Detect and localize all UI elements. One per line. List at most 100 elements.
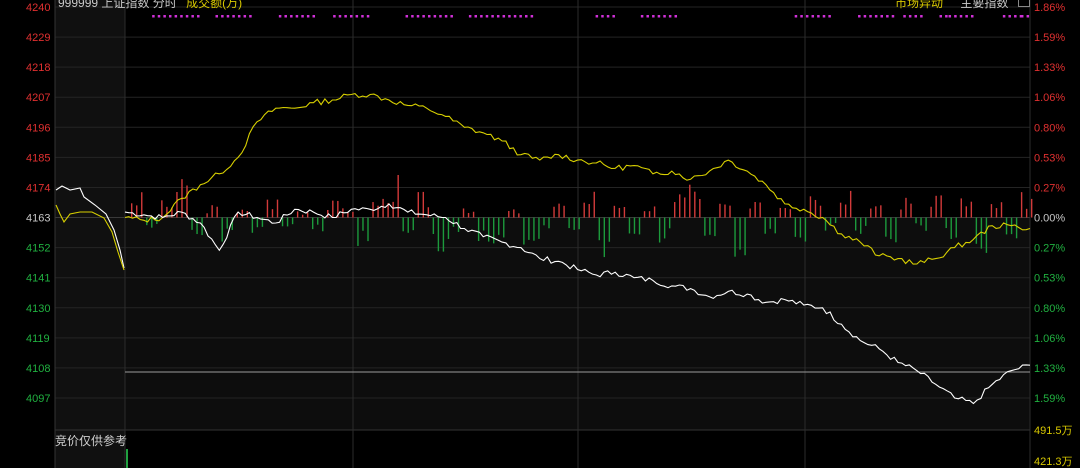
event-marker[interactable]	[1008, 15, 1011, 18]
event-marker[interactable]	[908, 15, 912, 18]
event-marker[interactable]	[863, 15, 867, 18]
event-marker[interactable]	[427, 15, 431, 18]
event-marker[interactable]	[948, 15, 952, 18]
event-marker[interactable]	[226, 15, 230, 18]
event-marker[interactable]	[828, 15, 831, 18]
event-marker[interactable]	[874, 15, 878, 18]
event-marker[interactable]	[800, 15, 803, 18]
event-marker[interactable]	[405, 15, 409, 18]
event-marker[interactable]	[903, 15, 906, 18]
event-marker[interactable]	[914, 15, 918, 18]
event-marker[interactable]	[422, 15, 425, 18]
event-marker[interactable]	[1020, 15, 1024, 18]
event-marker[interactable]	[290, 15, 293, 18]
event-marker[interactable]	[595, 15, 599, 18]
event-marker[interactable]	[355, 15, 359, 18]
event-marker[interactable]	[891, 15, 895, 18]
event-marker[interactable]	[858, 15, 861, 18]
event-marker[interactable]	[869, 15, 872, 18]
event-marker[interactable]	[491, 15, 494, 18]
event-marker[interactable]	[180, 15, 183, 18]
tab-market-anomaly[interactable]: 市场异动	[895, 0, 943, 10]
event-marker[interactable]	[237, 15, 241, 18]
event-marker[interactable]	[349, 15, 353, 18]
event-marker[interactable]	[249, 15, 252, 18]
event-marker[interactable]	[1014, 15, 1017, 18]
index-name[interactable]: 上证指数	[101, 0, 149, 10]
event-marker[interactable]	[174, 15, 178, 18]
event-marker[interactable]	[411, 15, 414, 18]
event-marker[interactable]	[301, 15, 304, 18]
event-marker[interactable]	[606, 15, 610, 18]
event-marker[interactable]	[880, 15, 883, 18]
event-marker[interactable]	[805, 15, 809, 18]
event-marker[interactable]	[433, 15, 437, 18]
expand-icon[interactable]	[1018, 0, 1030, 7]
event-marker[interactable]	[525, 15, 528, 18]
event-marker[interactable]	[513, 15, 517, 18]
event-marker[interactable]	[312, 15, 316, 18]
event-marker[interactable]	[450, 15, 453, 18]
event-marker[interactable]	[920, 15, 923, 18]
event-marker[interactable]	[794, 15, 798, 18]
event-marker[interactable]	[954, 15, 957, 18]
event-marker[interactable]	[652, 15, 655, 18]
event-marker[interactable]	[152, 15, 155, 18]
event-marker[interactable]	[366, 15, 370, 18]
event-marker[interactable]	[444, 15, 448, 18]
event-marker[interactable]	[344, 15, 347, 18]
event-marker[interactable]	[496, 15, 500, 18]
event-marker[interactable]	[243, 15, 247, 18]
tab-main-index[interactable]: 主要指数	[960, 0, 1008, 10]
event-marker[interactable]	[361, 15, 364, 18]
event-marker[interactable]	[945, 15, 948, 18]
volume-bar	[764, 217, 766, 234]
event-marker[interactable]	[640, 15, 644, 18]
event-marker[interactable]	[439, 15, 442, 18]
event-marker[interactable]	[970, 15, 974, 18]
event-marker[interactable]	[480, 15, 483, 18]
event-marker[interactable]	[674, 15, 678, 18]
chart-mode[interactable]: 分时	[153, 0, 177, 10]
event-marker[interactable]	[663, 15, 666, 18]
event-marker[interactable]	[508, 15, 511, 18]
event-marker[interactable]	[502, 15, 506, 18]
intraday-chart[interactable]: 4240 4229 4218 4207 4196 4185 4174 4163 4152 4141…	[0, 0, 1080, 468]
event-marker[interactable]	[817, 15, 820, 18]
event-marker[interactable]	[468, 15, 472, 18]
event-marker[interactable]	[485, 15, 489, 18]
event-marker[interactable]	[416, 15, 420, 18]
event-marker[interactable]	[530, 15, 534, 18]
event-marker[interactable]	[333, 15, 336, 18]
event-marker[interactable]	[232, 15, 235, 18]
event-marker[interactable]	[338, 15, 342, 18]
event-marker[interactable]	[822, 15, 826, 18]
event-marker[interactable]	[1026, 15, 1030, 18]
event-marker[interactable]	[306, 15, 310, 18]
event-marker[interactable]	[1002, 15, 1006, 18]
event-marker[interactable]	[668, 15, 672, 18]
event-marker[interactable]	[197, 15, 200, 18]
event-marker[interactable]	[215, 15, 219, 18]
event-marker[interactable]	[886, 15, 889, 18]
event-marker[interactable]	[221, 15, 224, 18]
event-marker[interactable]	[601, 15, 604, 18]
event-marker[interactable]	[519, 15, 522, 18]
event-marker[interactable]	[965, 15, 968, 18]
event-marker[interactable]	[959, 15, 963, 18]
event-marker[interactable]	[185, 15, 189, 18]
event-marker[interactable]	[939, 15, 943, 18]
event-marker[interactable]	[474, 15, 478, 18]
indicator-label[interactable]: 成交额(万)	[186, 0, 242, 10]
event-marker[interactable]	[811, 15, 815, 18]
event-marker[interactable]	[168, 15, 172, 18]
event-marker[interactable]	[295, 15, 299, 18]
event-marker[interactable]	[646, 15, 649, 18]
event-marker[interactable]	[612, 15, 615, 18]
event-marker[interactable]	[657, 15, 661, 18]
event-marker[interactable]	[163, 15, 166, 18]
event-marker[interactable]	[157, 15, 161, 18]
event-marker[interactable]	[284, 15, 287, 18]
event-marker[interactable]	[278, 15, 282, 18]
event-marker[interactable]	[191, 15, 194, 18]
